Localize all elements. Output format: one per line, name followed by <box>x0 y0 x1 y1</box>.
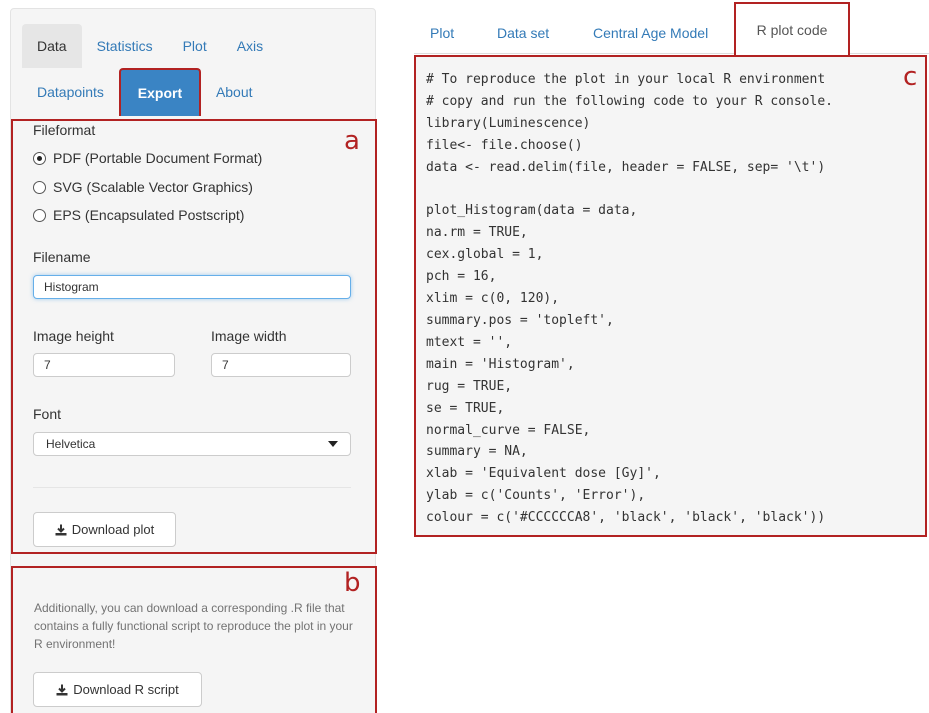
tab-datapoints[interactable]: Datapoints <box>22 70 119 114</box>
code-line: colour = c('#CCCCCCA8', 'black', 'black'… <box>426 510 826 526</box>
format-option-svg[interactable]: SVG (Scalable Vector Graphics) <box>33 179 253 195</box>
format-option-eps[interactable]: EPS (Encapsulated Postscript) <box>33 207 244 223</box>
tab-plot-output[interactable]: Plot <box>430 11 454 54</box>
code-line: plot_Histogram(data = data, <box>426 203 638 219</box>
tab-plot[interactable]: Plot <box>168 24 222 68</box>
font-select-value: Helvetica <box>46 437 96 451</box>
radio-eps[interactable] <box>33 208 46 222</box>
tab-axis[interactable]: Axis <box>222 24 278 68</box>
tab-statistics[interactable]: Statistics <box>82 24 168 68</box>
download-script-button[interactable]: Download R script <box>33 672 202 707</box>
code-line: xlab = 'Equivalent dose [Gy]', <box>426 466 661 482</box>
script-help-text: Additionally, you can download a corresp… <box>34 601 353 651</box>
filename-label: Filename <box>33 249 91 265</box>
code-line: ylab = c('Counts', 'Error'), <box>426 488 646 504</box>
download-script-label: Download R script <box>73 682 179 697</box>
code-line: cex.global = 1, <box>426 247 544 263</box>
code-line: summary.pos = 'topleft', <box>426 312 614 328</box>
download-icon <box>55 524 67 535</box>
tab-export[interactable]: Export <box>118 68 201 116</box>
radio-pdf[interactable] <box>33 151 46 165</box>
code-line: summary = NA, <box>426 444 528 460</box>
box-label-a: a <box>344 126 360 156</box>
code-line: # copy and run the following code to you… <box>426 93 833 109</box>
code-line: normal_curve = FALSE, <box>426 422 591 438</box>
box-label-c: c <box>903 62 918 92</box>
code-line: se = TRUE, <box>426 400 505 416</box>
image-height-input[interactable] <box>33 353 175 377</box>
tab-data[interactable]: Data <box>22 24 82 68</box>
tab-data-set[interactable]: Data set <box>497 11 549 54</box>
tab-central-age-model[interactable]: Central Age Model <box>593 11 708 54</box>
download-plot-label: Download plot <box>71 522 155 537</box>
code-line: file<- file.choose() <box>426 137 583 153</box>
filename-input[interactable] <box>33 275 351 299</box>
tab-r-plot-code[interactable]: R plot code <box>734 2 850 55</box>
format-option-label: SVG (Scalable Vector Graphics) <box>53 179 253 195</box>
code-line: data <- read.delim(file, header = FALSE,… <box>426 159 826 175</box>
download-icon <box>56 684 68 695</box>
tab-about[interactable]: About <box>201 70 268 114</box>
code-line: na.rm = TRUE, <box>426 225 528 241</box>
form-divider <box>33 487 351 488</box>
code-panel: # To reproduce the plot in your local R … <box>414 55 927 537</box>
code-line: main = 'Histogram', <box>426 356 575 372</box>
image-width-input[interactable] <box>211 353 351 377</box>
format-option-pdf[interactable]: PDF (Portable Document Format) <box>33 150 262 166</box>
box-label-b: b <box>344 568 361 598</box>
code-line: rug = TRUE, <box>426 378 513 394</box>
code-line: pch = 16, <box>426 269 497 285</box>
image-height-label: Image height <box>33 328 114 344</box>
r-code-block: # To reproduce the plot in your local R … <box>426 69 833 529</box>
fileformat-label: Fileformat <box>33 122 96 138</box>
radio-svg[interactable] <box>33 180 46 194</box>
format-option-label: PDF (Portable Document Format) <box>53 150 263 166</box>
code-line: mtext = '', <box>426 334 513 350</box>
format-option-label: EPS (Encapsulated Postscript) <box>53 207 245 223</box>
sidebar-tabs-row1: Data Statistics Plot Axis <box>22 24 278 68</box>
font-label: Font <box>33 406 62 422</box>
image-width-label: Image width <box>211 328 287 344</box>
font-select[interactable]: Helvetica <box>33 432 351 456</box>
download-plot-button[interactable]: Download plot <box>33 512 176 547</box>
chevron-down-icon <box>328 441 338 447</box>
sidebar-tabs-row2: Datapoints Export About <box>22 68 268 116</box>
code-line: # To reproduce the plot in your local R … <box>426 72 826 87</box>
code-line: xlim = c(0, 120), <box>426 291 560 307</box>
code-line: library(Luminescence) <box>426 115 591 131</box>
